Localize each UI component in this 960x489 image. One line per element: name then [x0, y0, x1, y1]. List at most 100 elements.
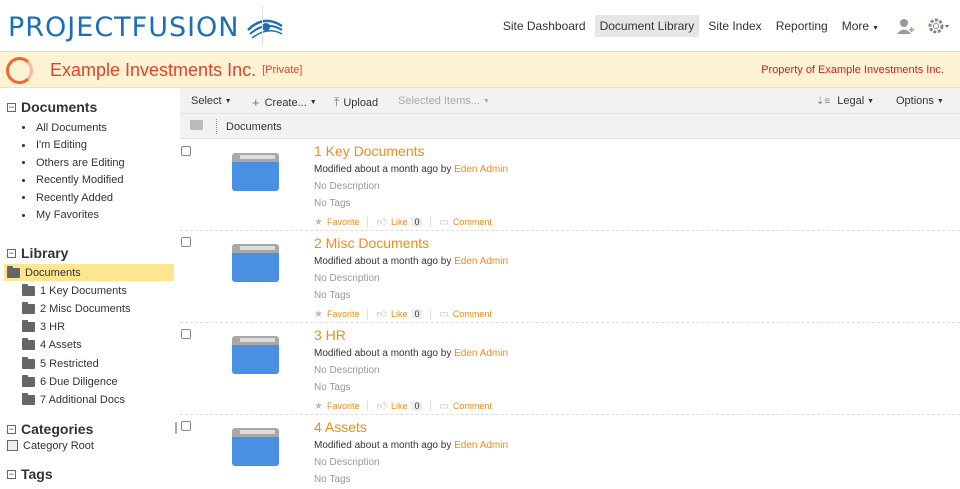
- row-description: No Description: [314, 365, 380, 376]
- filter-recently-modified[interactable]: Recently Modified: [22, 172, 125, 190]
- row-checkbox[interactable]: [181, 421, 191, 431]
- tree-folder-1[interactable]: 1 Key Documents: [22, 282, 127, 299]
- documents-section-header[interactable]: − Documents: [7, 99, 97, 115]
- tree-folder-7[interactable]: 7 Additional Docs: [22, 391, 125, 408]
- tree-folder-4[interactable]: 4 Assets: [22, 336, 82, 353]
- site-title: Example Investments Inc. [Private]: [50, 60, 302, 81]
- filter-my-favorites[interactable]: My Favorites: [22, 207, 125, 225]
- row-tags: No Tags: [314, 382, 351, 393]
- tags-section-header[interactable]: − Tags: [7, 466, 53, 482]
- tree-folder-2[interactable]: 2 Misc Documents: [22, 300, 130, 317]
- like-action[interactable]: 👍︎ Like 0: [376, 400, 423, 412]
- toolbar: Select ▼ + Create... ▼ ⤒ Upload Selected Ite…: [180, 88, 960, 114]
- row-checkbox[interactable]: [181, 237, 191, 247]
- category-icon: [7, 440, 18, 451]
- top-nav: Site Dashboard Document Library Site Ind…: [496, 0, 960, 52]
- folder-icon: [22, 319, 35, 332]
- modified-user[interactable]: Eden Admin: [454, 348, 508, 359]
- action-separator: [367, 309, 369, 319]
- nav-more[interactable]: More ▼: [837, 15, 884, 37]
- nav-site-index[interactable]: Site Index: [703, 15, 766, 37]
- bullet: [22, 213, 25, 217]
- tree-root-documents[interactable]: Documents: [4, 264, 174, 281]
- site-visibility: [Private]: [262, 64, 303, 76]
- comment-action[interactable]: ▭ Comment: [439, 217, 491, 228]
- document-list-area: Select ▼ + Create... ▼ ⤒ Upload Selected Ite…: [180, 88, 960, 489]
- sidebar-resize-handle[interactable]: [175, 422, 177, 434]
- gear-icon[interactable]: [924, 11, 954, 41]
- row-title[interactable]: 3 HR: [314, 327, 346, 343]
- row-checkbox[interactable]: [181, 329, 191, 339]
- options-menu[interactable]: Options ▼: [896, 95, 944, 107]
- row-actions: ★ Favorite 👍︎ Like 0 ▭ Comment: [314, 400, 492, 413]
- categories-section-header[interactable]: − Categories: [7, 421, 93, 437]
- upload-button[interactable]: ⤒ Upload: [334, 95, 378, 110]
- modified-user[interactable]: Eden Admin: [454, 440, 508, 451]
- filter-label: My Favorites: [36, 209, 99, 222]
- tree-label: 4 Assets: [40, 338, 82, 351]
- favorite-action[interactable]: ★ Favorite: [314, 217, 359, 228]
- site-title-bar: Example Investments Inc. [Private] Proper…: [0, 52, 960, 88]
- like-action[interactable]: 👍︎ Like 0: [376, 308, 423, 320]
- filter-label: Recently Modified: [36, 174, 124, 187]
- row-description: No Description: [314, 273, 380, 284]
- action-separator: [367, 217, 369, 227]
- tree-folder-3[interactable]: 3 HR: [22, 318, 65, 335]
- folder-icon[interactable]: [232, 428, 279, 466]
- folder-icon[interactable]: [232, 336, 279, 374]
- selected-items-label: Selected Items...: [398, 95, 480, 107]
- category-root[interactable]: Category Root: [7, 437, 94, 454]
- action-separator: [430, 309, 432, 319]
- modified-user[interactable]: Eden Admin: [454, 256, 508, 267]
- nav-document-library[interactable]: Document Library: [594, 15, 700, 37]
- like-action[interactable]: 👍︎ Like 0: [376, 216, 423, 228]
- document-row: 1 Key Documents Modified about a month a…: [180, 139, 960, 231]
- comment-action[interactable]: ▭ Comment: [439, 401, 491, 412]
- comment-label: Comment: [452, 309, 492, 319]
- chevron-down-icon: ▼: [872, 25, 879, 32]
- thumbs-up-icon: 👍︎: [376, 309, 387, 320]
- row-checkbox[interactable]: [181, 146, 191, 156]
- filter-recently-added[interactable]: Recently Added: [22, 189, 125, 207]
- site-property-notice: Property of Example Investments Inc.: [761, 64, 944, 76]
- library-section-header[interactable]: − Library: [7, 245, 68, 261]
- path-separator: [216, 119, 217, 134]
- comment-label: Comment: [452, 401, 492, 411]
- site-name[interactable]: Example Investments Inc.: [50, 60, 256, 80]
- create-menu[interactable]: + Create... ▼: [252, 95, 317, 110]
- comment-icon: ▭: [439, 400, 449, 412]
- row-title[interactable]: 1 Key Documents: [314, 143, 425, 159]
- folder-up-icon[interactable]: [190, 120, 203, 130]
- folder-icon[interactable]: [232, 153, 279, 191]
- folder-icon[interactable]: [232, 244, 279, 282]
- folder-icon: [7, 265, 20, 278]
- row-title[interactable]: 2 Misc Documents: [314, 235, 429, 251]
- favorite-action[interactable]: ★ Favorite: [314, 401, 359, 412]
- select-menu[interactable]: Select ▼: [191, 95, 232, 107]
- star-icon: ★: [314, 308, 323, 320]
- filter-im-editing[interactable]: I'm Editing: [22, 137, 125, 155]
- tree-label: 6 Due Diligence: [40, 375, 118, 388]
- tree-folder-5[interactable]: 5 Restricted: [22, 355, 99, 372]
- modified-text: Modified about a month ago by: [314, 256, 452, 267]
- row-title[interactable]: 4 Assets: [314, 419, 367, 435]
- chevron-down-icon: ▼: [482, 97, 490, 105]
- filter-label: I'm Editing: [36, 139, 88, 152]
- favorite-action[interactable]: ★ Favorite: [314, 309, 359, 320]
- nav-site-dashboard[interactable]: Site Dashboard: [498, 15, 591, 37]
- sort-label: Legal: [837, 95, 865, 107]
- tree-folder-6[interactable]: 6 Due Diligence: [22, 373, 118, 390]
- filter-others-editing[interactable]: Others are Editing: [22, 154, 125, 172]
- comment-action[interactable]: ▭ Comment: [439, 309, 491, 320]
- selected-items-menu[interactable]: Selected Items... ▼: [398, 95, 490, 107]
- modified-text: Modified about a month ago by: [314, 440, 452, 451]
- breadcrumb[interactable]: Documents: [226, 121, 282, 133]
- sort-menu[interactable]: ⇣≡ Legal ▼: [816, 95, 874, 107]
- app-header: PROJECTFUSION Site Dashboard Document Li…: [0, 0, 960, 52]
- modified-user[interactable]: Eden Admin: [454, 164, 508, 175]
- nav-reporting[interactable]: Reporting: [771, 15, 833, 37]
- projectfusion-logo[interactable]: PROJECTFUSION: [8, 12, 286, 43]
- sort-icon: ⇣≡: [816, 95, 831, 107]
- user-add-icon[interactable]: [890, 11, 920, 41]
- filter-all-documents[interactable]: All Documents: [22, 119, 125, 137]
